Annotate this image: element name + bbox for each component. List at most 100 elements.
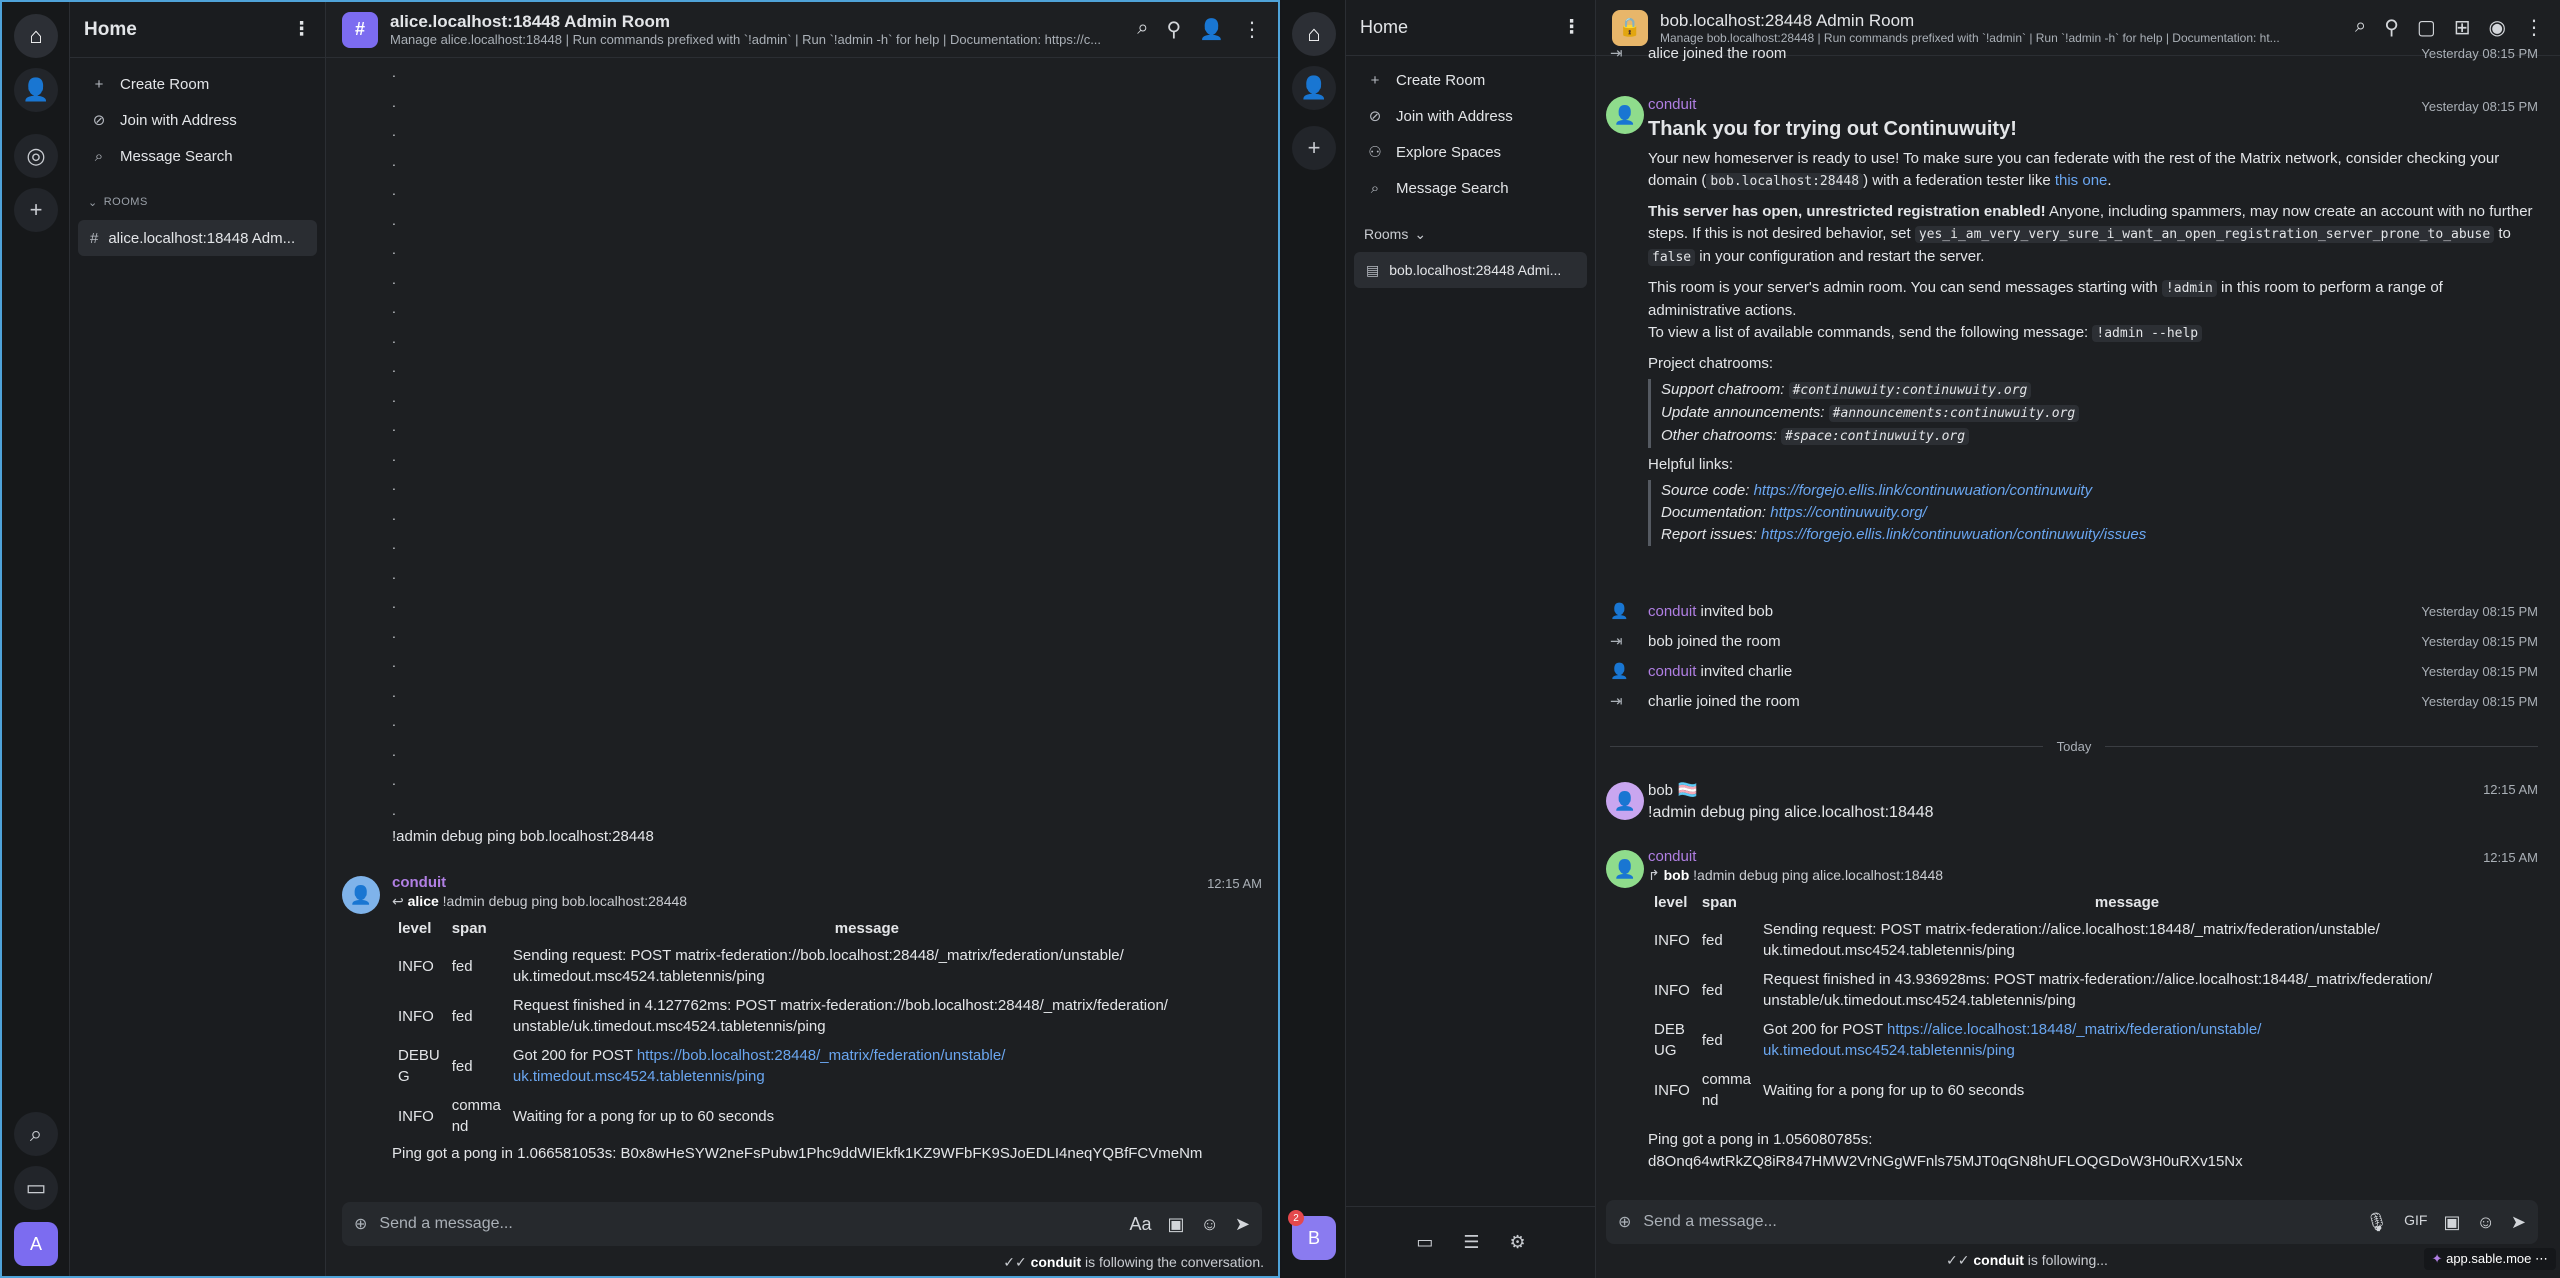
message-search-button[interactable]: ⌕ Message Search [1346, 170, 1595, 206]
app-label[interactable]: ✦ app.sable.moe ⋯ [2423, 1248, 2556, 1270]
message-search-button[interactable]: ⌕ Message Search [70, 138, 325, 174]
room-view: # alice.localhost:18448 Admin Room Manag… [326, 2, 1278, 1276]
welcome-paragraph-1: Your new homeserver is ready to use! To … [1648, 150, 2500, 190]
reply-quote[interactable]: ↩ alice !admin debug ping bob.localhost:… [392, 893, 1262, 910]
send-icon[interactable]: ➤ [2511, 1212, 2526, 1233]
table-row: INFO fed Sending request: POST matrix-fede… [1654, 921, 2380, 959]
home-icon[interactable]: ⌂ [14, 14, 58, 58]
space-room-alias[interactable]: #space:continuwuity.org [1781, 428, 1970, 445]
members-icon[interactable]: ◉ [2489, 15, 2506, 40]
sticker-icon[interactable]: ▣ [1168, 1214, 1185, 1235]
dot-message: . [392, 182, 396, 198]
dot-message: . [392, 595, 396, 611]
support-room-alias[interactable]: #continuwuity:continuwuity.org [1788, 382, 2032, 399]
more-options-icon[interactable]: ⋮ [1242, 17, 1262, 42]
link-icon: ⊘ [1368, 108, 1382, 125]
pin-icon[interactable]: ⚲ [2384, 15, 2399, 40]
filter-icon[interactable]: ☰ [1463, 1232, 1479, 1253]
announcements-room-alias[interactable]: #announcements:continuwuity.org [1828, 405, 2080, 422]
room-title[interactable]: alice.localhost:18448 Admin Room [390, 12, 1125, 32]
reply-icon: ↩ [392, 893, 404, 909]
sidebar-room-item[interactable]: # alice.localhost:18448 Adm... [78, 220, 317, 256]
inbox-icon[interactable]: ▭ [1416, 1232, 1433, 1253]
sender-name[interactable]: conduit [392, 874, 1262, 891]
join-arrow-icon: ⇥ [1610, 633, 1623, 650]
dot-message: . [392, 654, 396, 670]
dot-message: . [392, 418, 396, 434]
sidebar-title: Home [1360, 17, 1409, 37]
settings-gear-icon[interactable]: ⚙ [1510, 1232, 1526, 1253]
add-space-icon[interactable]: + [14, 188, 58, 232]
inbox-icon[interactable]: ▭ [14, 1166, 58, 1210]
add-attachment-icon[interactable]: ⊕ [354, 1214, 367, 1234]
message-time: Yesterday 08:15 PM [2421, 99, 2538, 114]
home-icon[interactable]: ⌂ [1292, 12, 1336, 56]
sender-avatar[interactable]: 👤 [1606, 96, 1644, 134]
gif-button[interactable]: GIF [2404, 1212, 2427, 1233]
room-avatar[interactable]: # [342, 11, 378, 48]
federation-tester-link[interactable]: this one [2055, 172, 2108, 189]
rooms-section-header[interactable]: Rooms ⌄ [1346, 216, 1595, 252]
threads-icon[interactable]: ▢ [2417, 15, 2436, 40]
welcome-paragraph-2: This server has open, unrestricted regis… [1648, 203, 2533, 266]
format-text-icon[interactable]: Aa [1129, 1214, 1151, 1235]
room-topic[interactable]: Manage alice.localhost:18448 | Run comma… [390, 32, 1125, 47]
report-issues-link[interactable]: https://forgejo.ellis.link/continuwuatio… [1761, 526, 2146, 543]
emoji-icon[interactable]: ☺ [1201, 1214, 1219, 1235]
join-arrow-icon: ⇥ [1610, 693, 1623, 710]
source-code-link[interactable]: https://forgejo.ellis.link/continuwuatio… [1754, 482, 2093, 499]
microphone-icon[interactable]: 🎙 [2365, 1212, 2388, 1233]
log-table: level span message INFO fed Sending request:… [1648, 890, 2497, 1115]
widgets-icon[interactable]: ⊞ [2454, 15, 2471, 40]
search-icon[interactable]: ⌕ [2355, 15, 2366, 40]
dot-message: . [392, 565, 396, 582]
message-time: 12:15 AM [2483, 782, 2538, 797]
user-avatar[interactable]: A [14, 1222, 58, 1266]
create-room-button[interactable]: + Create Room [70, 66, 325, 102]
sticker-icon[interactable]: ▣ [2444, 1212, 2461, 1233]
more-options-icon[interactable]: ⋮ [1562, 16, 1581, 39]
col-message: message [2094, 894, 2160, 911]
search-icon[interactable]: ⌕ [14, 1112, 58, 1156]
create-room-button[interactable]: + Create Room [1346, 62, 1595, 98]
more-options-icon[interactable]: ⋮ [2524, 15, 2544, 40]
join-with-address-button[interactable]: ⊘ Join with Address [1346, 98, 1595, 134]
direct-messages-icon[interactable]: 👤 [14, 68, 58, 112]
pin-icon[interactable]: ⚲ [1166, 17, 1181, 42]
room-view: 🔒 bob.localhost:28448 Admin Room Manage … [1596, 0, 2560, 1278]
sidebar-title: Home [84, 18, 137, 40]
send-icon[interactable]: ➤ [1235, 1214, 1250, 1235]
room-sidebar: Home ⋮ + Create Room ⊘ Join with Address ⚇… [1346, 0, 1596, 1278]
sender-name[interactable]: bob [1648, 782, 1673, 799]
explore-icon[interactable]: ◎ [14, 134, 58, 178]
sender-name[interactable]: conduit [1648, 94, 2538, 116]
members-icon[interactable]: 👤 [1199, 17, 1224, 42]
sidebar-room-item[interactable]: ▤ bob.localhost:28448 Admi... [1354, 252, 1587, 288]
reply-quote[interactable]: ↱ bob !admin debug ping alice.localhost:… [1648, 867, 2538, 884]
join-event: ⇥ alice joined the room Yesterday 08:15 … [1610, 44, 2538, 63]
command-message: !admin debug ping bob.localhost:28448 [392, 828, 654, 845]
sender-name[interactable]: conduit [1648, 848, 2538, 865]
search-icon[interactable]: ⌕ [1137, 17, 1148, 42]
col-level: level [398, 920, 432, 937]
message-time: 12:15 AM [2483, 850, 2538, 865]
sender-avatar[interactable]: 👤 [342, 876, 380, 914]
sender-avatar[interactable]: 👤 [1606, 782, 1644, 820]
dot-message: . [392, 241, 396, 257]
room-title[interactable]: bob.localhost:28448 Admin Room [1660, 11, 2343, 31]
add-attachment-icon[interactable]: ⊕ [1618, 1212, 1631, 1232]
explore-spaces-button[interactable]: ⚇ Explore Spaces [1346, 134, 1595, 170]
col-level: level [1654, 894, 1688, 911]
more-icon[interactable]: ⋯ [2535, 1251, 2548, 1266]
dot-message: . [392, 64, 396, 80]
rooms-section-header[interactable]: ⌄ ROOMS [70, 184, 325, 220]
sender-avatar[interactable]: 👤 [1606, 850, 1644, 888]
message-input[interactable]: Send a message... [379, 1215, 1117, 1233]
direct-messages-icon[interactable]: 👤 [1292, 66, 1336, 110]
emoji-icon[interactable]: ☺ [2477, 1212, 2495, 1233]
message-input[interactable]: Send a message... [1643, 1213, 2353, 1231]
join-with-address-button[interactable]: ⊘ Join with Address [70, 102, 325, 138]
more-options-icon[interactable]: ⋮ [292, 18, 311, 41]
documentation-link[interactable]: https://continuwuity.org/ [1770, 504, 1926, 521]
add-space-icon[interactable]: + [1292, 126, 1336, 170]
